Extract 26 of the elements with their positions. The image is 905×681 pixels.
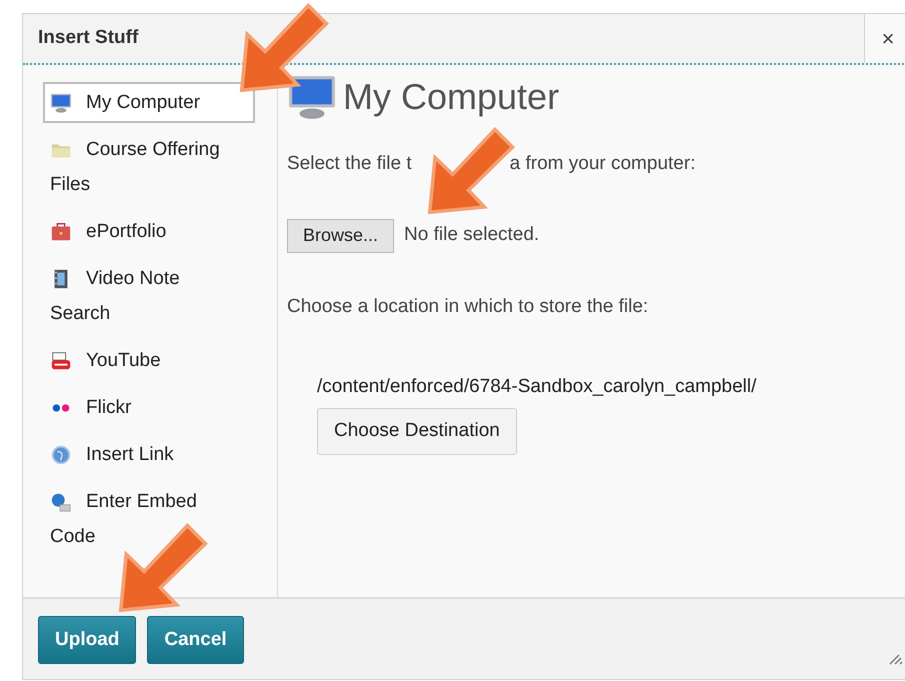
briefcase-icon [50, 220, 72, 243]
sidebar-item[interactable]: Course Offering Files [43, 129, 255, 205]
upload-button[interactable]: Upload [38, 616, 136, 664]
sidebar-item[interactable]: My Computer [43, 82, 255, 123]
section-heading: My Computer [343, 75, 560, 119]
prompt-text: Select the file t [287, 152, 412, 176]
sidebar-item[interactable]: Video Note Search [43, 258, 255, 334]
video-logo-icon [50, 350, 72, 372]
monitor-icon [287, 74, 337, 120]
sidebar-item[interactable]: Flickr [43, 387, 255, 428]
prompt-text: a from your computer: [510, 152, 696, 176]
globe-icon [50, 444, 72, 466]
sidebar-item[interactable]: Insert Link [43, 434, 255, 475]
close-button[interactable]: × [864, 14, 905, 63]
cancel-button[interactable]: Cancel [147, 616, 244, 664]
sidebar-item[interactable]: YouTube [43, 340, 255, 381]
folder-path: /content/enforced/6784-Sandbox_carolyn_campbell/ [317, 375, 756, 399]
sidebar-item[interactable]: Enter Embed Code [43, 481, 255, 557]
resize-grip-icon [889, 653, 903, 665]
monitor-icon [50, 92, 72, 114]
choose-destination-button[interactable]: Choose Destination [317, 408, 517, 454]
sidebar-item[interactable]: ePortfolio [43, 211, 255, 252]
location-prompt: Choose a location in which to store the file: [287, 294, 650, 318]
browse-button[interactable]: Browse... [287, 218, 394, 252]
file-status: No file selected. [404, 223, 540, 248]
dialog-title: Insert Stuff [38, 26, 138, 50]
